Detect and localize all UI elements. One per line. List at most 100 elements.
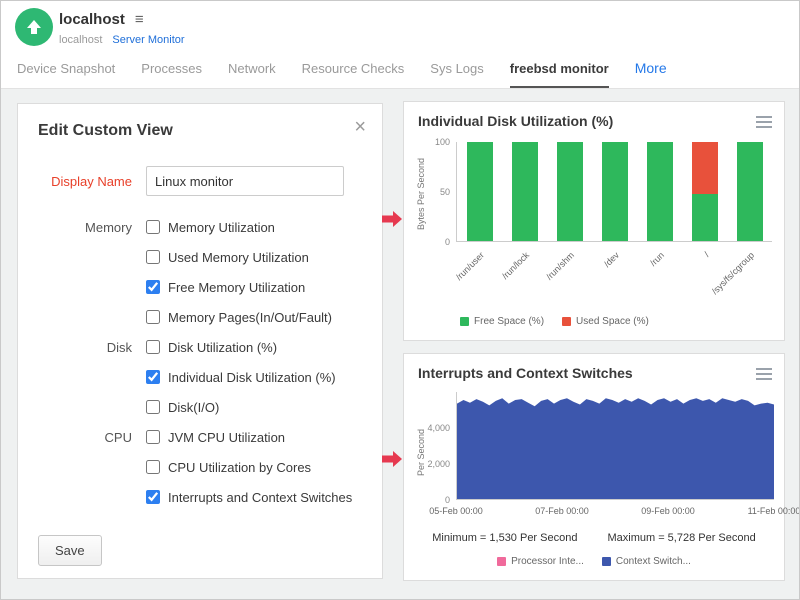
checkbox-row-free-memory-utilization[interactable]: Free Memory Utilization (146, 280, 305, 295)
legend-label: Free Space (%) (474, 316, 544, 327)
display-name-input[interactable] (146, 166, 344, 196)
hamburger-menu-icon[interactable]: ≡ (135, 12, 144, 27)
page-title: localhost (59, 11, 125, 28)
bar- (692, 142, 718, 241)
display-name-row: Display Name (18, 166, 382, 196)
breadcrumb-server-monitor-link[interactable]: Server Monitor (112, 34, 184, 46)
group-label-cpu: CPU (18, 430, 146, 445)
checkbox-label: CPU Utilization by Cores (168, 460, 311, 475)
bar-dev (602, 142, 628, 241)
group-label-disk: Disk (18, 340, 146, 355)
form-row: Disk(I/O) (18, 392, 382, 422)
bar-free-segment (602, 142, 628, 241)
form-row: Interrupts and Context Switches (18, 482, 382, 512)
area-series (457, 392, 774, 499)
y-tick-label: 0 (404, 495, 450, 505)
chart-title: Interrupts and Context Switches (418, 365, 633, 381)
arrow-right-icon (382, 451, 402, 467)
checkbox-label: JVM CPU Utilization (168, 430, 285, 445)
bar-free-segment (557, 142, 583, 241)
group-label-memory: Memory (18, 220, 146, 235)
breadcrumb: localhost Server Monitor (59, 34, 185, 46)
disk-utilization-chart-card: Individual Disk Utilization (%) Bytes Pe… (403, 101, 785, 341)
panel-title: Edit Custom View (38, 122, 173, 140)
legend-swatch (562, 317, 571, 326)
interrupts-chart-card: Interrupts and Context Switches Per Seco… (403, 353, 785, 581)
display-name-label: Display Name (18, 174, 146, 189)
close-icon[interactable]: × (354, 116, 366, 139)
tab-sys-logs[interactable]: Sys Logs (430, 61, 483, 88)
chart-title: Individual Disk Utilization (%) (418, 113, 613, 129)
chart-menu-icon[interactable] (756, 368, 772, 383)
checkbox-disk-utilization[interactable] (146, 340, 160, 354)
maximum-stat: Maximum = 5,728 Per Second (607, 532, 755, 544)
tab-freebsd-monitor[interactable]: freebsd monitor (510, 61, 609, 88)
tab-bar: Device Snapshot Processes Network Resource … (17, 60, 667, 88)
legend-swatch (460, 317, 469, 326)
tab-network[interactable]: Network (228, 61, 276, 88)
checkbox-row-memory-pages-in-out-fault[interactable]: Memory Pages(In/Out/Fault) (146, 310, 332, 325)
checkbox-label: Interrupts and Context Switches (168, 490, 352, 505)
tab-device-snapshot[interactable]: Device Snapshot (17, 61, 115, 88)
legend-item[interactable]: Free Space (%) (460, 316, 544, 327)
header: localhost ≡ localhost Server Monitor Dev… (1, 1, 799, 89)
tab-more[interactable]: More (635, 60, 667, 88)
bar-run (647, 142, 673, 241)
checkbox-disk-i-o[interactable] (146, 400, 160, 414)
legend-label: Used Space (%) (576, 316, 649, 327)
tab-processes[interactable]: Processes (141, 61, 202, 88)
y-tick-label: 100 (404, 137, 450, 147)
form-row: CPU Utilization by Cores (18, 452, 382, 482)
app-window: localhost ≡ localhost Server Monitor Dev… (0, 0, 800, 600)
x-tick-label: 05-Feb 00:00 (416, 506, 496, 516)
checkbox-row-cpu-utilization-by-cores[interactable]: CPU Utilization by Cores (146, 460, 311, 475)
checkbox-row-interrupts-and-context-switches[interactable]: Interrupts and Context Switches (146, 490, 352, 505)
checkbox-row-jvm-cpu-utilization[interactable]: JVM CPU Utilization (146, 430, 285, 445)
x-tick-label: 11-Feb 00:00 (734, 506, 800, 516)
chart-menu-icon[interactable] (756, 116, 772, 131)
y-tick-label: 50 (404, 187, 450, 197)
checkbox-row-memory-utilization[interactable]: Memory Utilization (146, 220, 275, 235)
legend-swatch (497, 557, 506, 566)
save-button[interactable]: Save (38, 535, 102, 566)
checkbox-row-disk-i-o[interactable]: Disk(I/O) (146, 400, 219, 415)
form-row: Free Memory Utilization (18, 272, 382, 302)
checkbox-memory-pages-in-out-fault[interactable] (146, 310, 160, 324)
y-tick-label: 2,000 (404, 459, 450, 469)
checkbox-label: Memory Pages(In/Out/Fault) (168, 310, 332, 325)
bar-sys-fs-cgroup (737, 142, 763, 241)
form-row: MemoryMemory Utilization (18, 212, 382, 242)
y-tick-label: 4,000 (404, 423, 450, 433)
checkbox-label: Individual Disk Utilization (%) (168, 370, 336, 385)
checkbox-row-individual-disk-utilization[interactable]: Individual Disk Utilization (%) (146, 370, 336, 385)
min-max-row: Minimum = 1,530 Per Second Maximum = 5,7… (404, 532, 784, 544)
form-row: CPU JVM CPU Utilization (18, 422, 382, 452)
bar-free-segment (512, 142, 538, 241)
checkbox-row-used-memory-utilization[interactable]: Used Memory Utilization (146, 250, 309, 265)
disk-legend: Free Space (%) Used Space (%) (460, 316, 649, 327)
checkbox-used-memory-utilization[interactable] (146, 250, 160, 264)
checkbox-memory-utilization[interactable] (146, 220, 160, 234)
bar-run-shm (557, 142, 583, 241)
arrow-right-icon (382, 211, 402, 227)
form-row: DiskDisk Utilization (%) (18, 332, 382, 362)
edit-custom-view-panel: Edit Custom View × Display Name MemoryMe… (17, 103, 383, 579)
checkbox-label: Used Memory Utilization (168, 250, 309, 265)
checkbox-individual-disk-utilization[interactable] (146, 370, 160, 384)
checkbox-row-disk-utilization[interactable]: Disk Utilization (%) (146, 340, 277, 355)
legend-item[interactable]: Used Space (%) (562, 316, 649, 327)
checkbox-free-memory-utilization[interactable] (146, 280, 160, 294)
checkbox-interrupts-and-context-switches[interactable] (146, 490, 160, 504)
disk-bars (456, 142, 772, 242)
checkbox-jvm-cpu-utilization[interactable] (146, 430, 160, 444)
tab-resource-checks[interactable]: Resource Checks (302, 61, 405, 88)
form-row: Used Memory Utilization (18, 242, 382, 272)
legend-item[interactable]: Context Switch... (602, 556, 691, 567)
form-row: Memory Pages(In/Out/Fault) (18, 302, 382, 332)
legend-swatch (602, 557, 611, 566)
bar-used-segment (692, 142, 718, 194)
monitor-status-icon (15, 8, 53, 46)
breadcrumb-host: localhost (59, 34, 102, 46)
legend-item[interactable]: Processor Inte... (497, 556, 584, 567)
checkbox-cpu-utilization-by-cores[interactable] (146, 460, 160, 474)
